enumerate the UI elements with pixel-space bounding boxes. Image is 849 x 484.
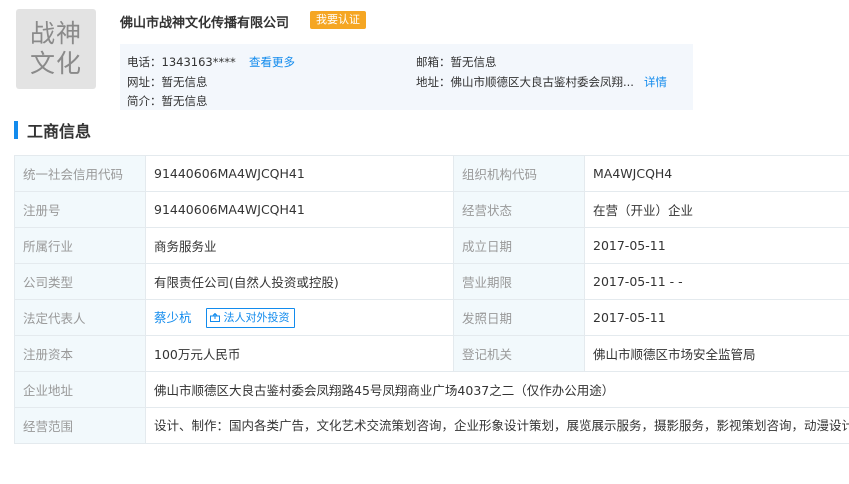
reg-no-value: 91440606MA4WJCQH41 [145, 191, 454, 228]
legal-invest-button[interactable]: 法人对外投资 [205, 308, 295, 329]
legal-rep-cell: 蔡少杭 法人对外投资 [145, 299, 454, 336]
address-detail-link[interactable]: 详情 [644, 74, 667, 90]
legal-rep-link[interactable]: 蔡少杭 [154, 310, 192, 325]
verify-button[interactable]: 我要认证 [310, 11, 366, 29]
table-row: 注册号 91440606MA4WJCQH41 经营状态 在营（开业）企业 [14, 191, 849, 228]
org-code-value: MA4WJCQH4 [584, 155, 849, 192]
section-header: 工商信息 [14, 119, 91, 141]
legal-rep-label: 法定代表人 [14, 299, 146, 336]
issue-date-value: 2017-05-11 [584, 299, 849, 336]
section-accent-bar [14, 121, 18, 139]
company-name: 佛山市战神文化传播有限公司 [120, 16, 290, 31]
logo-line-1: 战神 [29, 19, 82, 48]
founded-value: 2017-05-11 [584, 227, 849, 264]
table-row: 注册资本 100万元人民币 登记机关 佛山市顺德区市场安全监管局 [14, 335, 849, 372]
table-row: 统一社会信用代码 91440606MA4WJCQH41 组织机构代码 MA4WJ… [14, 155, 849, 192]
view-more-link[interactable]: 查看更多 [249, 54, 295, 70]
website-text: 网址：暂无信息 [127, 75, 208, 89]
reg-no-label: 注册号 [14, 191, 146, 228]
org-code-label: 组织机构代码 [453, 155, 585, 192]
email-text: 邮箱：暂无信息 [416, 55, 497, 69]
address-value: 佛山市顺德区大良古鉴村委会凤翔路45号凤翔商业广场4037之二（仅作办公用途） [145, 371, 849, 408]
capital-label: 注册资本 [14, 335, 146, 372]
intro-text: 简介：暂无信息 [127, 94, 208, 108]
invest-tag-label: 法人对外投资 [223, 311, 290, 325]
export-icon [209, 313, 220, 323]
table-row: 法定代表人 蔡少杭 法人对外投资 发照日期 2017-05-11 [14, 299, 849, 336]
contact-info-box: 电话：1343163**** 查看更多 邮箱：暂无信息 网址：暂无信息 地址：佛… [120, 44, 693, 110]
business-info-table: 统一社会信用代码 91440606MA4WJCQH41 组织机构代码 MA4WJ… [14, 155, 849, 444]
table-row: 公司类型 有限责任公司(自然人投资或控股) 营业期限 2017-05-11 - … [14, 263, 849, 300]
company-logo: 战神 文化 [16, 9, 96, 89]
authority-value: 佛山市顺德区市场安全监管局 [584, 335, 849, 372]
scope-value: 设计、制作：国内各类广告，文化艺术交流策划咨询，企业形象设计策划，展览展示服务，… [145, 407, 849, 444]
address-label: 企业地址 [14, 371, 146, 408]
scope-label: 经营范围 [14, 407, 146, 444]
phone-text: 电话：1343163**** [127, 55, 236, 69]
table-row: 所属行业 商务服务业 成立日期 2017-05-11 [14, 227, 849, 264]
issue-date-label: 发照日期 [453, 299, 585, 336]
company-type-label: 公司类型 [14, 263, 146, 300]
authority-label: 登记机关 [453, 335, 585, 372]
credit-code-value: 91440606MA4WJCQH41 [145, 155, 454, 192]
term-value: 2017-05-11 - - [584, 263, 849, 300]
table-row: 经营范围 设计、制作：国内各类广告，文化艺术交流策划咨询，企业形象设计策划，展览… [14, 407, 849, 444]
term-label: 营业期限 [453, 263, 585, 300]
founded-label: 成立日期 [453, 227, 585, 264]
address-text: 地址：佛山市顺德区大良古鉴村委会凤翔... [416, 75, 634, 89]
capital-value: 100万元人民币 [145, 335, 454, 372]
industry-label: 所属行业 [14, 227, 146, 264]
company-type-value: 有限责任公司(自然人投资或控股) [145, 263, 454, 300]
status-value: 在营（开业）企业 [584, 191, 849, 228]
credit-code-label: 统一社会信用代码 [14, 155, 146, 192]
section-title: 工商信息 [27, 122, 92, 141]
industry-value: 商务服务业 [145, 227, 454, 264]
table-row: 企业地址 佛山市顺德区大良古鉴村委会凤翔路45号凤翔商业广场4037之二（仅作办… [14, 371, 849, 408]
status-label: 经营状态 [453, 191, 585, 228]
logo-line-2: 文化 [29, 49, 82, 78]
